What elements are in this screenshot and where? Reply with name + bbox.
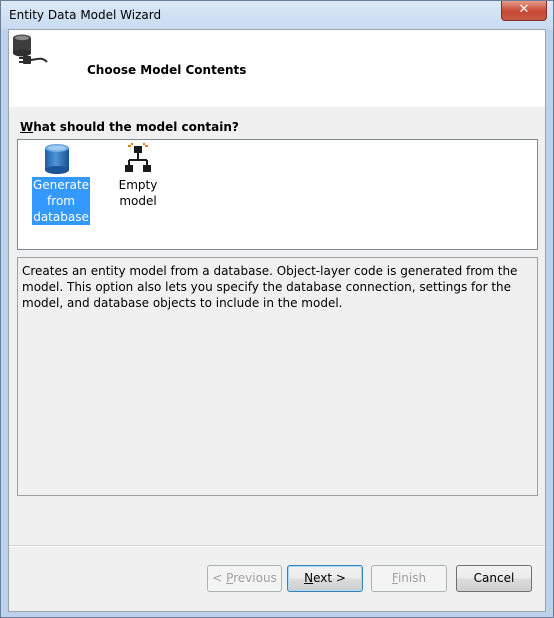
prompt-text: hat should the model contain?	[33, 120, 239, 134]
previous-button[interactable]: < Previous	[207, 565, 282, 592]
database-plug-icon	[13, 34, 48, 64]
footer-divider	[9, 545, 545, 547]
option-label-line: from	[47, 194, 75, 208]
database-icon	[45, 144, 69, 174]
option-description: Creates an entity model from a database.…	[17, 257, 538, 496]
title-bar[interactable]: Entity Data Model Wizard ✕	[1, 1, 553, 29]
previous-prefix: <	[212, 571, 227, 585]
option-label-generate-from-database: Generate from database	[32, 177, 91, 225]
option-empty-model[interactable]: Empty model	[98, 143, 178, 209]
hierarchy-icon	[125, 143, 151, 172]
finish-label: inish	[397, 571, 427, 585]
wizard-header: Choose Model Contents	[9, 30, 545, 107]
option-label-line: database	[33, 210, 89, 224]
model-contents-list[interactable]: Generate from database Empty model	[17, 139, 538, 250]
model-contents-prompt: What should the model contain?	[20, 120, 239, 134]
prompt-access-key: W	[20, 120, 34, 134]
next-button[interactable]: Next >	[287, 565, 363, 592]
option-label-empty-model: Empty model	[118, 178, 158, 208]
previous-label: revious	[233, 571, 277, 585]
option-label-line: Generate	[33, 178, 90, 192]
window-title: Entity Data Model Wizard	[9, 8, 162, 22]
close-button[interactable]: ✕	[501, 1, 547, 21]
next-access-key: N	[304, 571, 314, 585]
wizard-window: Entity Data Model Wizard ✕ Choose Model …	[0, 0, 554, 618]
cancel-button[interactable]: Cancel	[456, 565, 532, 592]
next-label: ext >	[313, 571, 346, 585]
finish-button[interactable]: Finish	[371, 565, 447, 592]
page-title: Choose Model Contents	[87, 63, 247, 77]
option-generate-from-database[interactable]: Generate from database	[32, 143, 91, 225]
wizard-client-area: Choose Model Contents What should the mo…	[8, 29, 546, 612]
